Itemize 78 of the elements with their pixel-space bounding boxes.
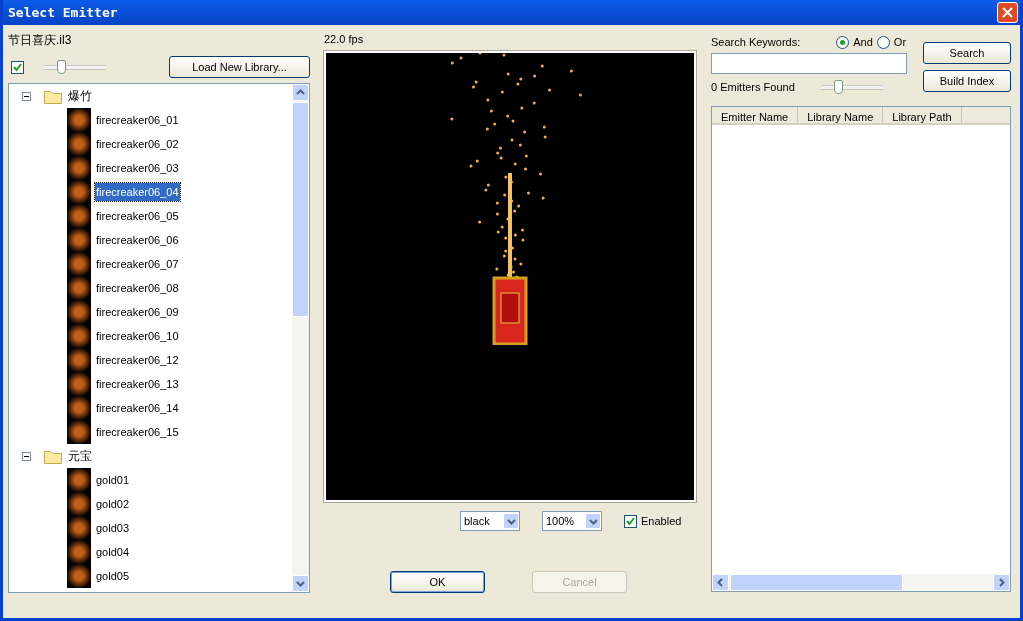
search-field[interactable] xyxy=(711,53,907,74)
search-button[interactable]: Search xyxy=(923,42,1011,64)
emitter-item[interactable]: firecreaker06_06 xyxy=(95,230,180,250)
thumbnail-photo-placeholder xyxy=(67,492,91,516)
emitter-item[interactable]: firecreaker06_08 xyxy=(95,278,180,298)
thumbnail-photo-placeholder xyxy=(67,228,91,252)
thumbnail-photo-placeholder xyxy=(67,156,91,180)
thumbnail-photo-placeholder xyxy=(67,108,91,132)
emitter-item[interactable]: gold03 xyxy=(95,518,131,538)
emitter-item[interactable]: firecreaker06_14 xyxy=(95,398,180,418)
close-icon xyxy=(1002,7,1013,18)
thumbnail-photo-placeholder xyxy=(67,420,91,444)
folder-label[interactable]: 元宝 xyxy=(68,447,92,465)
load-library-button[interactable]: Load New Library... xyxy=(169,56,310,78)
thumbnail-photo-placeholder xyxy=(67,204,91,228)
thumbnail-photo-placeholder xyxy=(67,372,91,396)
emitter-item[interactable]: firecreaker06_10 xyxy=(95,326,180,346)
thumbnail-photo-placeholder xyxy=(67,516,91,540)
folder-icon xyxy=(44,448,62,464)
thumbnail-checkbox[interactable] xyxy=(11,60,24,74)
emitter-item[interactable]: firecreaker06_09 xyxy=(95,302,180,322)
thumbnail-photo-placeholder xyxy=(67,180,91,204)
emitter-item[interactable]: firecreaker06_07 xyxy=(95,254,180,274)
scroll-up-button[interactable] xyxy=(292,84,309,101)
horizontal-scrollbar[interactable] xyxy=(712,574,1010,591)
scroll-thumb[interactable] xyxy=(292,102,309,317)
thumbnail-photo-placeholder xyxy=(67,276,91,300)
emitter-item[interactable]: gold05 xyxy=(95,566,131,586)
column-header[interactable]: Library Path xyxy=(883,107,962,123)
collapse-toggle[interactable] xyxy=(22,451,31,461)
slider-thumb[interactable] xyxy=(56,59,66,74)
emitter-item[interactable]: firecreaker06_03 xyxy=(95,158,180,178)
emitter-item[interactable]: firecreaker06_13 xyxy=(95,374,180,394)
emitter-item[interactable]: firecreaker06_12 xyxy=(95,350,180,370)
emitter-item[interactable]: gold04 xyxy=(95,542,131,562)
scroll-left-button[interactable] xyxy=(712,574,729,591)
thumbnail-photo-placeholder xyxy=(67,396,91,420)
thumbnail-photo-placeholder xyxy=(67,324,91,348)
folder-label[interactable]: 爆竹 xyxy=(68,87,92,105)
mode-radio[interactable] xyxy=(836,35,850,49)
enabled-checkbox[interactable] xyxy=(624,514,637,528)
thumbnail-photo-placeholder xyxy=(67,300,91,324)
build-index-button[interactable]: Build Index xyxy=(923,70,1011,92)
results-count: 0 Emitters Found xyxy=(711,79,795,95)
thumbnail-photo-placeholder xyxy=(67,252,91,276)
emitter-item[interactable]: firecreaker06_05 xyxy=(95,206,180,226)
emitter-item[interactable]: firecreaker06_01 xyxy=(95,110,180,130)
zoom-dropdown[interactable]: 100% xyxy=(542,511,602,531)
mode-radio[interactable] xyxy=(876,35,890,49)
thumbnail-photo-placeholder xyxy=(67,564,91,588)
window-title: Select Emitter xyxy=(8,3,118,22)
collapse-toggle[interactable] xyxy=(22,91,31,101)
thumbnail-photo-placeholder xyxy=(67,132,91,156)
fps-readout: 22.0 fps xyxy=(324,32,365,47)
column-header[interactable]: Library Name xyxy=(798,107,884,123)
scroll-thumb[interactable] xyxy=(730,574,903,591)
folder-icon xyxy=(44,88,62,104)
radio-label: Or xyxy=(893,34,907,50)
radio-label: And xyxy=(853,34,873,50)
emitter-item[interactable]: firecreaker06_02 xyxy=(95,134,180,154)
emitter-item[interactable]: firecreaker06_04 xyxy=(95,182,180,202)
dialog-button[interactable]: OK xyxy=(390,571,485,593)
thumbnail-photo-placeholder xyxy=(67,348,91,372)
background-dropdown[interactable]: black xyxy=(460,511,520,531)
emitter-item[interactable]: firecreaker06_15 xyxy=(95,422,180,442)
scroll-right-button[interactable] xyxy=(993,574,1010,591)
emitter-item[interactable]: gold02 xyxy=(95,494,131,514)
close-button[interactable] xyxy=(997,2,1018,23)
thumbnail-photo-placeholder xyxy=(67,468,91,492)
thumbnail-photo-placeholder xyxy=(67,540,91,564)
emitter-item[interactable]: gold01 xyxy=(95,470,131,490)
column-header[interactable]: Emitter Name xyxy=(712,107,799,123)
library-file-name: 节日喜庆.il3 xyxy=(8,32,73,49)
vertical-scrollbar[interactable] xyxy=(292,84,309,592)
slider-thumb[interactable] xyxy=(833,79,843,94)
scroll-down-button[interactable] xyxy=(292,575,309,592)
search-label: Search Keywords: xyxy=(711,34,801,50)
enabled-label: Enabled xyxy=(641,513,682,529)
